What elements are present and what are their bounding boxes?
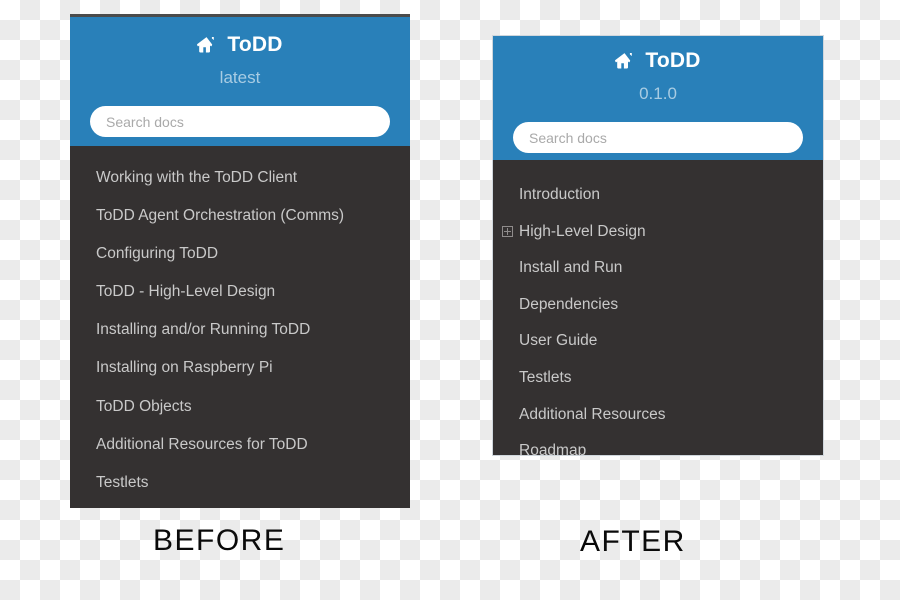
sidebar-nav-before: Working with the ToDD Client ToDD Agent … (70, 146, 410, 508)
sidebar-item-dependencies[interactable]: Dependencies (493, 296, 823, 315)
nav-label: ToDD - High-Level Design (96, 283, 276, 301)
sidebar-item-high-level-design[interactable]: High-Level Design (493, 223, 823, 242)
nav-label: Install and Run (519, 259, 623, 277)
search-input[interactable] (90, 106, 390, 137)
sidebar-item-testlets[interactable]: Testlets (493, 369, 823, 388)
sidebar-item-high-level-design[interactable]: ToDD - High-Level Design (70, 283, 410, 302)
sidebar-item-working-with-client[interactable]: Working with the ToDD Client (70, 169, 410, 188)
sidebar-item-todd-objects[interactable]: ToDD Objects (70, 398, 410, 417)
brand-after[interactable]: ToDD (493, 50, 823, 71)
sidebar-header-after: ToDD 0.1.0 (493, 36, 823, 160)
sidebar-item-additional-resources[interactable]: Additional Resources for ToDD (70, 436, 410, 455)
search-container (493, 122, 823, 153)
nav-label: Roadmap (519, 442, 587, 456)
sidebar-item-roadmap[interactable]: Roadmap (493, 442, 823, 456)
nav-label: User Guide (519, 332, 598, 350)
nav-label: Installing and/or Running ToDD (96, 321, 311, 339)
brand-label: ToDD (645, 49, 701, 72)
nav-label: Introduction (519, 186, 600, 203)
home-icon (197, 36, 216, 53)
sidebar-panel-after: ToDD 0.1.0 Introduction High-Level Desig… (492, 35, 824, 456)
sidebar-item-installing-running[interactable]: Installing and/or Running ToDD (70, 321, 410, 340)
nav-label: Configuring ToDD (96, 245, 219, 263)
nav-label: High-Level Design (519, 222, 646, 240)
sidebar-header-before: ToDD latest (70, 17, 410, 146)
brand-before[interactable]: ToDD (70, 34, 410, 55)
nav-label: Testlets (96, 473, 149, 491)
caption-after: AFTER (580, 525, 686, 558)
version-label: 0.1.0 (639, 84, 677, 103)
nav-label: Dependencies (519, 295, 619, 313)
nav-label: Additional Resources for ToDD (96, 435, 308, 453)
sidebar-nav-after: Introduction High-Level Design Install a… (493, 160, 823, 456)
nav-label: Working with the ToDD Client (96, 169, 298, 186)
nav-label: Installing on Raspberry Pi (96, 359, 273, 377)
sidebar-item-introduction[interactable]: Introduction (493, 186, 823, 205)
sidebar-item-additional-resources[interactable]: Additional Resources (493, 406, 823, 425)
expand-plus-icon[interactable] (502, 225, 513, 237)
sidebar-item-installing-raspberry-pi[interactable]: Installing on Raspberry Pi (70, 359, 410, 378)
sidebar-item-user-guide[interactable]: User Guide (493, 332, 823, 351)
home-icon (615, 52, 634, 69)
nav-label: ToDD Agent Orchestration (Comms) (96, 207, 345, 225)
caption-before: BEFORE (153, 524, 286, 557)
nav-label: ToDD Objects (96, 397, 192, 415)
sidebar-item-testlets[interactable]: Testlets (70, 474, 410, 493)
brand-label: ToDD (227, 33, 283, 56)
nav-label: Additional Resources (519, 405, 666, 423)
nav-label: Testlets (519, 368, 572, 386)
sidebar-item-agent-orchestration[interactable]: ToDD Agent Orchestration (Comms) (70, 207, 410, 226)
sidebar-item-install-and-run[interactable]: Install and Run (493, 259, 823, 278)
version-label: latest (219, 68, 261, 87)
search-container (70, 106, 410, 137)
search-input[interactable] (513, 122, 803, 153)
sidebar-item-configuring-todd[interactable]: Configuring ToDD (70, 245, 410, 264)
sidebar-panel-before: ToDD latest Working with the ToDD Client… (70, 14, 410, 508)
